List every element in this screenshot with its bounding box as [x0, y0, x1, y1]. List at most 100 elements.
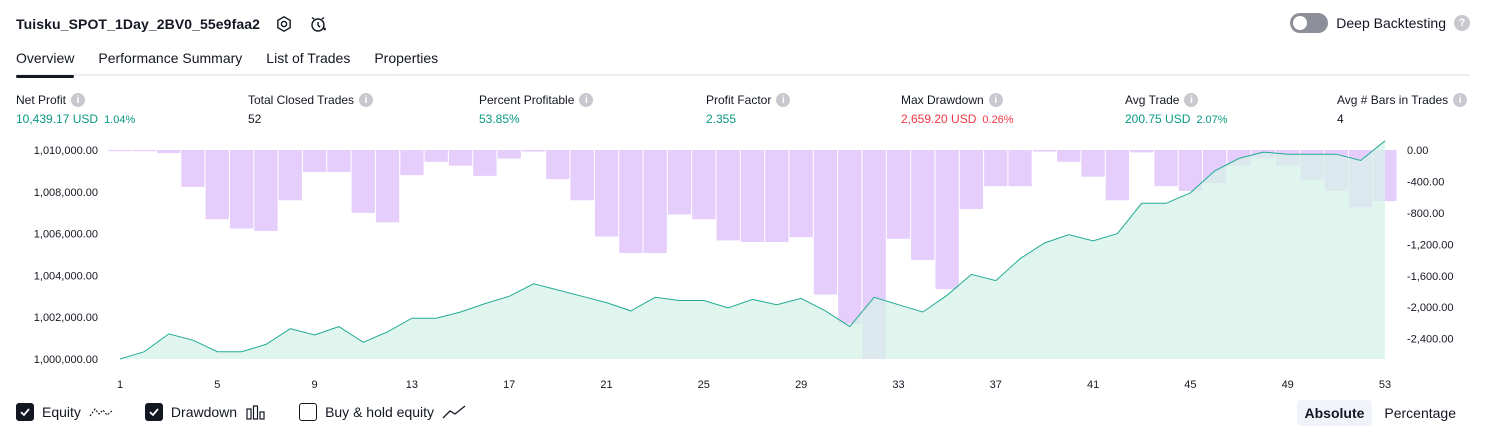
drawdown-bar	[570, 150, 594, 201]
settings-icon[interactable]	[274, 14, 294, 34]
drawdown-bar	[546, 150, 570, 180]
legend-label: Drawdown	[170, 404, 238, 420]
metric-percent: 1.04%	[104, 114, 136, 126]
right-axis: 0.00 -400.00 -800.00 -1,200.00 -1,600.00 -2,0…	[1407, 145, 1453, 346]
legend-drawdown[interactable]: Drawdown	[144, 403, 267, 421]
metric-percent: 2.07%	[1196, 114, 1228, 126]
drawdown-bar	[424, 150, 448, 162]
metric-label: Net Profit	[16, 93, 67, 107]
drawdown-bar	[132, 150, 156, 152]
drawdown-bar	[473, 150, 497, 176]
left-axis: 1,010,000.00 1,008,000.00 1,006,000.00 1,00…	[34, 145, 98, 366]
drawdown-bar	[230, 150, 254, 229]
buy-hold-line-icon	[442, 404, 466, 420]
drawdown-bar	[375, 150, 400, 223]
right-axis-tick-label: 0.00	[1407, 145, 1428, 157]
info-icon[interactable]: i	[71, 93, 86, 107]
drawdown-bar	[935, 150, 959, 290]
drawdown-bar	[205, 150, 229, 220]
drawdown-bar	[1178, 150, 1202, 191]
info-icon[interactable]: i	[1184, 93, 1199, 107]
tab-list-of-trades[interactable]: List of Trades	[266, 46, 350, 76]
drawdown-bar	[1081, 150, 1105, 177]
drawdown-bar	[716, 150, 740, 241]
drawdown-bar	[448, 150, 473, 166]
info-icon[interactable]: i	[1453, 93, 1468, 107]
right-axis-tick-label: -400.00	[1407, 176, 1444, 188]
drawdown-bar	[497, 150, 521, 159]
drawdown-bar	[813, 150, 838, 295]
percentage-button[interactable]: Percentage	[1376, 400, 1464, 426]
x-axis-tick-label: 9	[312, 379, 318, 391]
metric-avg-bars: Avg # Bars in Trades i 4	[1337, 93, 1468, 126]
left-axis-tick-label: 1,008,000.00	[34, 187, 98, 199]
drawdown-bar	[1154, 150, 1178, 187]
x-axis-tick-label: 33	[892, 379, 904, 391]
help-icon[interactable]: ?	[1454, 15, 1470, 31]
equity-checkbox[interactable]	[16, 403, 34, 421]
drawdown-bar	[521, 150, 546, 152]
x-axis-tick-label: 49	[1282, 379, 1294, 391]
left-axis-tick-label: 1,006,000.00	[34, 229, 98, 241]
drawdown-bars-icon	[245, 404, 267, 420]
metrics-bar: Net Profit i 10,439.17 USD 1.04% Total Clo…	[0, 93, 1486, 133]
metric-label: Percent Profitable	[479, 93, 575, 107]
drawdown-checkbox[interactable]	[144, 403, 163, 421]
info-icon[interactable]: i	[359, 93, 374, 107]
drawdown-bar	[1057, 150, 1081, 162]
drawdown-bar	[667, 150, 692, 215]
metric-value: 4	[1337, 112, 1344, 126]
drawdown-bar	[838, 150, 862, 324]
x-axis-tick-label: 41	[1087, 379, 1099, 391]
x-axis-tick-label: 13	[406, 379, 418, 391]
equity-drawdown-chart[interactable]: 1,010,000.00 1,008,000.00 1,006,000.00 1,00…	[0, 138, 1486, 396]
chart-legend: Equity Drawdown Buy & hold equity	[16, 403, 466, 421]
drawdown-bar	[643, 150, 667, 253]
metric-value: 52	[248, 112, 262, 126]
left-axis-tick-label: 1,000,000.00	[34, 354, 98, 366]
tab-performance-summary[interactable]: Performance Summary	[98, 46, 242, 76]
left-axis-tick-label: 1,002,000.00	[34, 312, 98, 324]
metric-value: 2,659.20 USD	[901, 112, 977, 126]
right-axis-tick-label: -2,000.00	[1407, 302, 1453, 314]
metric-label: Avg # Bars in Trades	[1337, 93, 1449, 107]
add-alert-icon[interactable]	[308, 14, 328, 34]
report-header: Tuisku_SPOT_1Day_2BV0_55e9faa2	[16, 12, 328, 36]
drawdown-bar	[351, 150, 375, 213]
drawdown-bar	[1130, 150, 1154, 153]
metric-value: 2.355	[706, 112, 737, 126]
drawdown-bar	[108, 150, 132, 152]
drawdown-bar	[619, 150, 643, 253]
metric-percent: 0.26%	[982, 114, 1014, 126]
drawdown-bar	[327, 150, 351, 172]
equity-line-icon	[89, 404, 113, 420]
drawdown-bar	[1105, 150, 1129, 201]
buy-hold-checkbox[interactable]	[299, 403, 318, 421]
x-axis-tick-label: 1	[117, 379, 123, 391]
drawdown-bar	[278, 150, 302, 201]
x-axis-tick-label: 17	[503, 379, 515, 391]
view-mode-switch: Absolute Percentage	[1296, 400, 1465, 426]
metric-label: Max Drawdown	[901, 93, 984, 107]
drawdown-bar	[303, 150, 327, 172]
info-icon[interactable]: i	[776, 93, 791, 107]
info-icon[interactable]: i	[579, 93, 594, 107]
drawdown-bar	[765, 150, 789, 242]
drawdown-bar	[692, 150, 716, 220]
drawdown-bar	[157, 150, 181, 154]
drawdown-bar	[1032, 150, 1057, 152]
x-axis-tick-label: 5	[214, 379, 220, 391]
tab-overview[interactable]: Overview	[16, 46, 75, 78]
tab-properties[interactable]: Properties	[374, 46, 438, 76]
drawdown-bar	[740, 150, 765, 242]
deep-backtesting-toggle[interactable]	[1290, 13, 1329, 33]
legend-equity[interactable]: Equity	[16, 403, 113, 421]
legend-buy-hold[interactable]: Buy & hold equity	[299, 403, 466, 421]
metric-label: Total Closed Trades	[248, 93, 355, 107]
metric-profit-factor: Profit Factor i 2.355	[706, 93, 791, 126]
info-icon[interactable]: i	[988, 93, 1003, 107]
drawdown-bar	[886, 150, 911, 239]
legend-label: Buy & hold equity	[325, 404, 435, 420]
absolute-button[interactable]: Absolute	[1296, 400, 1373, 426]
x-axis: 1 5 9 13 17 21 25 29 33 37 41 45 49 53	[117, 379, 1391, 391]
